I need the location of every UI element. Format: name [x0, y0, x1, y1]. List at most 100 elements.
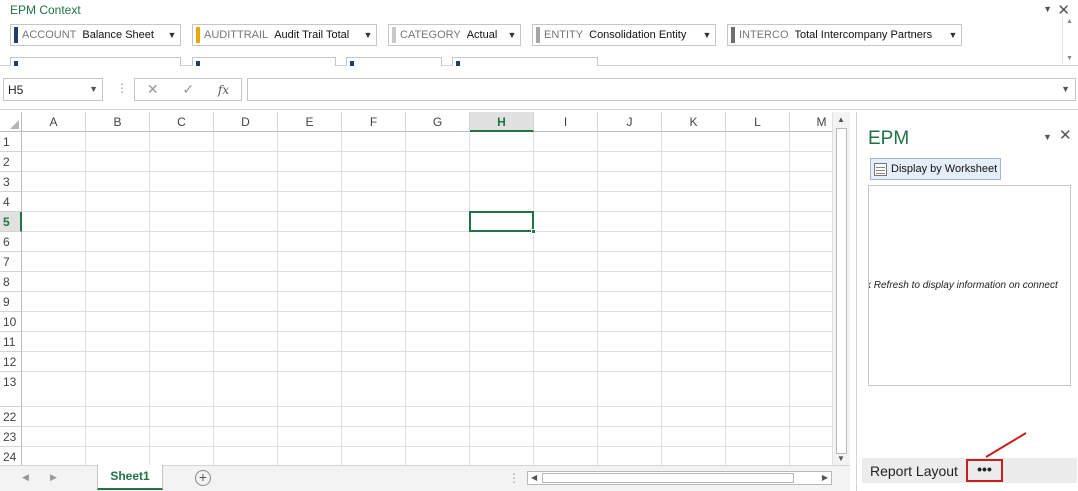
scroll-left-icon[interactable]: ◀	[531, 473, 537, 482]
audittrail-value: Audit Trail Total	[274, 29, 350, 41]
epm-pane: EPM ▼ ✕ Display by Worksheet k Refresh t…	[856, 112, 1078, 491]
formula-buttons: ✕ ✓ fx	[134, 78, 242, 101]
select-all-corner[interactable]	[0, 112, 22, 132]
context-scrollbar[interactable]: ▲ ▼	[1062, 16, 1076, 64]
column-header-h[interactable]: H	[470, 112, 534, 132]
category-value: Actual	[466, 29, 498, 41]
more-options-button[interactable]: •••	[966, 459, 1003, 482]
row-header-8[interactable]: 8	[0, 272, 22, 292]
name-box[interactable]: H5 ▼	[3, 78, 103, 101]
formula-input[interactable]: ▼	[247, 78, 1076, 101]
row-header-3[interactable]: 3	[0, 172, 22, 192]
row-header-24[interactable]: 24	[0, 447, 22, 465]
close-icon[interactable]: ✕	[1059, 126, 1072, 144]
sheet-tab[interactable]: Sheet1	[97, 465, 163, 490]
pane-title: EPM	[868, 128, 910, 149]
gridline	[85, 132, 86, 465]
scroll-up-icon[interactable]: ▲	[1066, 18, 1073, 25]
chevron-down-icon: ▼	[363, 30, 373, 40]
horizontal-scrollbar[interactable]: ◀ ▶	[527, 471, 832, 485]
row-header-23[interactable]: 23	[0, 427, 22, 447]
account-dropdown[interactable]: ACCOUNT Balance Sheet ▼	[10, 24, 181, 46]
gridline	[22, 371, 832, 372]
chevron-right-icon[interactable]: ▶	[50, 472, 57, 483]
row-header-4[interactable]: 4	[0, 192, 22, 212]
insert-function-icon[interactable]: fx	[218, 83, 229, 97]
row-header-5[interactable]: 5	[0, 212, 22, 232]
scroll-down-icon[interactable]: ▼	[1066, 55, 1073, 62]
scroll-down-icon[interactable]: ▼	[837, 454, 845, 463]
column-header-j[interactable]: J	[598, 112, 662, 132]
row-header-6[interactable]: 6	[0, 232, 22, 252]
column-header-i[interactable]: I	[534, 112, 598, 132]
chevron-down-icon[interactable]: ▼	[1061, 84, 1070, 94]
gridline	[533, 132, 534, 465]
interco-color-bar	[731, 27, 735, 43]
category-dropdown[interactable]: CATEGORY Actual ▼	[388, 24, 521, 46]
chevron-down-icon: ▼	[948, 30, 958, 40]
chevron-down-icon: ▼	[702, 30, 712, 40]
scroll-right-icon[interactable]: ▶	[822, 473, 828, 482]
drag-handle-icon[interactable]: ⋮	[116, 81, 128, 95]
fill-handle[interactable]	[531, 229, 536, 234]
row-header-1[interactable]: 1	[0, 132, 22, 152]
scrollbar-thumb[interactable]	[542, 473, 794, 483]
row-header-10[interactable]: 10	[0, 312, 22, 332]
gridline	[22, 171, 832, 172]
display-by-worksheet-button[interactable]: Display by Worksheet	[870, 158, 1002, 180]
gridline	[597, 132, 598, 465]
row-header-7[interactable]: 7	[0, 252, 22, 272]
scrollbar-thumb[interactable]	[836, 128, 847, 454]
chevron-down-icon[interactable]: ▼	[1043, 132, 1052, 142]
column-header-c[interactable]: C	[150, 112, 214, 132]
entity-color-bar	[536, 27, 540, 43]
chevron-left-icon[interactable]: ◀	[22, 472, 29, 483]
column-header-e[interactable]: E	[278, 112, 342, 132]
chevron-down-icon[interactable]: ▼	[1043, 4, 1052, 14]
account-value: Balance Sheet	[82, 29, 154, 41]
entity-dropdown[interactable]: ENTITY Consolidation Entity ▼	[532, 24, 716, 46]
account-dimension-label: ACCOUNT	[22, 29, 77, 41]
column-header-a[interactable]: A	[22, 112, 86, 132]
row-header-9[interactable]: 9	[0, 292, 22, 312]
report-layout-label: Report Layout	[870, 463, 958, 479]
add-sheet-icon[interactable]: +	[195, 470, 211, 486]
column-header-g[interactable]: G	[406, 112, 470, 132]
report-layout-bar: Report Layout •••	[862, 458, 1077, 483]
triangle-icon	[10, 120, 19, 129]
column-header-b[interactable]: B	[86, 112, 150, 132]
chevron-down-icon[interactable]: ▼	[89, 84, 98, 94]
column-header-d[interactable]: D	[214, 112, 278, 132]
gridline	[213, 132, 214, 465]
cells-area[interactable]	[22, 132, 832, 465]
gridline	[22, 426, 832, 427]
interco-dimension-label: INTERCO	[739, 29, 789, 41]
column-header-l[interactable]: L	[726, 112, 790, 132]
audittrail-dimension-label: AUDITTRAIL	[204, 29, 269, 41]
worksheet-grid[interactable]: ABCDEFGHIJKLM 1234567891011121322232425	[0, 112, 850, 465]
name-box-value: H5	[8, 82, 24, 97]
vertical-scrollbar[interactable]: ▲ ▼	[832, 112, 850, 465]
row-header-13[interactable]: 13	[0, 372, 22, 407]
row-header-2[interactable]: 2	[0, 152, 22, 172]
column-header-f[interactable]: F	[342, 112, 406, 132]
row-header-22[interactable]: 22	[0, 407, 22, 427]
gridline	[789, 132, 790, 465]
selected-cell[interactable]	[469, 211, 536, 234]
entity-dimension-label: ENTITY	[544, 29, 584, 41]
scroll-up-icon[interactable]: ▲	[837, 115, 845, 124]
worksheet-icon	[874, 162, 887, 176]
row-header-11[interactable]: 11	[0, 332, 22, 352]
gridline	[725, 132, 726, 465]
check-icon[interactable]: ✓	[182, 81, 194, 98]
gridline	[277, 132, 278, 465]
audittrail-dropdown[interactable]: AUDITTRAIL Audit Trail Total ▼	[192, 24, 377, 46]
gridline	[22, 291, 832, 292]
cancel-icon[interactable]: ✕	[147, 81, 159, 98]
gridline	[469, 132, 470, 465]
row-header-12[interactable]: 12	[0, 352, 22, 372]
category-color-bar	[392, 27, 396, 43]
column-header-k[interactable]: K	[662, 112, 726, 132]
split-handle-icon[interactable]: ⋮	[508, 471, 520, 485]
interco-dropdown[interactable]: INTERCO Total Intercompany Partners ▼	[727, 24, 962, 46]
